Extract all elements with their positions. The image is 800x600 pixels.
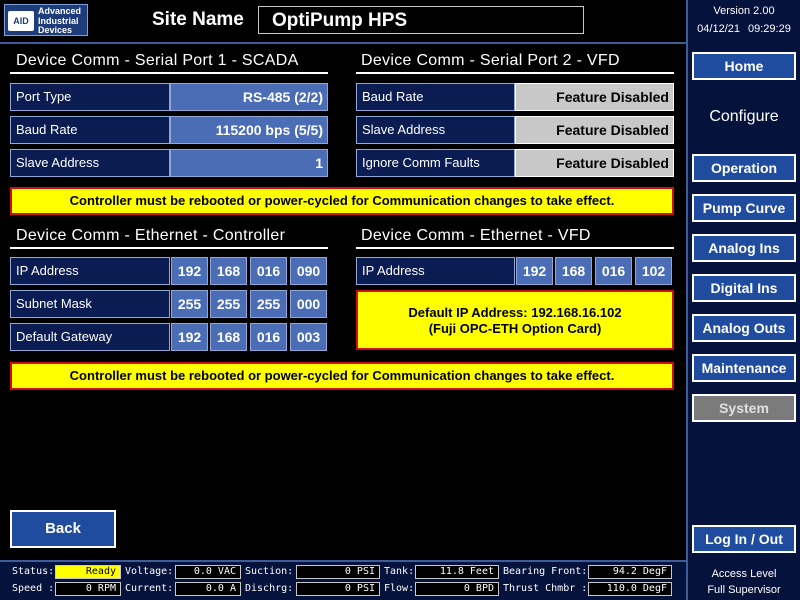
- eth-controller-title: Device Comm - Ethernet - Controller: [16, 227, 286, 244]
- eth-vfd-title: Device Comm - Ethernet - VFD: [361, 227, 591, 244]
- discharge-value: 0 PSI: [296, 582, 380, 596]
- nav-analog-ins[interactable]: Analog Ins: [692, 234, 796, 262]
- site-name-value: OptiPump HPS: [272, 10, 408, 31]
- ip-octet[interactable]: 192: [171, 257, 208, 285]
- voltage-label: Voltage:: [125, 566, 174, 577]
- company-logo: AID Advanced Industrial Devices: [4, 4, 88, 36]
- bearing-value: 94.2 DegF: [588, 565, 672, 579]
- header: AID Advanced Industrial Devices Site Nam…: [0, 0, 686, 42]
- eth-vfd-underline: [356, 247, 674, 249]
- ip-octet[interactable]: 090: [290, 257, 327, 285]
- subnet-octet[interactable]: 255: [171, 290, 208, 318]
- gateway-octet[interactable]: 192: [171, 323, 208, 351]
- bearing-label: Bearing Front:: [503, 566, 588, 577]
- port-type-value[interactable]: RS-485 (2/2): [170, 83, 328, 111]
- flow-value: 0 BPD: [415, 582, 499, 596]
- reboot-warning: Controller must be rebooted or power-cyc…: [10, 187, 674, 215]
- subnet-octet[interactable]: 255: [250, 290, 287, 318]
- default-gateway-label: Default Gateway: [10, 323, 170, 351]
- vfd-ip-octet[interactable]: 016: [595, 257, 632, 285]
- nav-analog-outs[interactable]: Analog Outs: [692, 314, 796, 342]
- default-ip-note-line1: Default IP Address: 192.168.16.102: [408, 305, 622, 320]
- nav-pump-curve[interactable]: Pump Curve: [692, 194, 796, 222]
- baud-rate-label: Baud Rate: [10, 116, 170, 144]
- suction-value: 0 PSI: [296, 565, 380, 579]
- nav-digital-ins[interactable]: Digital Ins: [692, 274, 796, 302]
- default-ip-note-line2: (Fuji OPC-ETH Option Card): [428, 321, 602, 336]
- ip-octet[interactable]: 168: [210, 257, 247, 285]
- gateway-octet[interactable]: 016: [250, 323, 287, 351]
- serial2-underline: [356, 72, 674, 74]
- date-text: 04/12/21: [697, 23, 740, 35]
- speed-value: 0 RPM: [55, 582, 121, 596]
- ip-octet[interactable]: 016: [250, 257, 287, 285]
- version-text: Version 2.00: [713, 5, 775, 17]
- vfd-baud-rate-value[interactable]: Feature Disabled: [515, 83, 674, 111]
- vfd-ip-address-label: IP Address: [356, 257, 515, 285]
- gateway-octet[interactable]: 168: [210, 323, 247, 351]
- thrust-label: Thrust Chmbr :: [503, 583, 588, 594]
- current-value: 0.0 A: [175, 582, 241, 596]
- subnet-octet[interactable]: 000: [290, 290, 327, 318]
- access-level-label: Access Level: [711, 568, 777, 580]
- vfd-ip-octet[interactable]: 192: [516, 257, 553, 285]
- slave-address-value[interactable]: 1: [170, 149, 328, 177]
- site-name-label: Site Name: [152, 9, 244, 30]
- ignore-comm-faults-value[interactable]: Feature Disabled: [515, 149, 674, 177]
- current-label: Current:: [125, 583, 174, 594]
- logo-mark: AID: [8, 11, 34, 31]
- logo-line: Devices: [38, 25, 73, 35]
- configure-label: Configure: [709, 108, 779, 125]
- vfd-ip-octet[interactable]: 168: [555, 257, 592, 285]
- baud-rate-value[interactable]: 115200 bps (5/5): [170, 116, 328, 144]
- status-label: Status:: [12, 566, 55, 577]
- access-level: Access Level Full Supervisor: [688, 566, 800, 598]
- time-text: 09:29:29: [748, 23, 791, 35]
- voltage-value: 0.0 VAC: [175, 565, 241, 579]
- status-value: Ready: [55, 565, 121, 579]
- speed-label: Speed :: [12, 583, 55, 594]
- vfd-slave-address-value[interactable]: Feature Disabled: [515, 116, 674, 144]
- slave-address-label: Slave Address: [10, 149, 170, 177]
- eth-controller-underline: [10, 247, 328, 249]
- main-content: Device Comm - Serial Port 1 - SCADA Port…: [0, 44, 686, 560]
- suction-label: Suction:: [245, 566, 294, 577]
- nav-system[interactable]: System: [692, 394, 796, 422]
- subnet-octet[interactable]: 255: [210, 290, 247, 318]
- default-ip-note: Default IP Address: 192.168.16.102 (Fuji…: [356, 290, 674, 350]
- serial1-underline: [10, 72, 328, 74]
- site-name-field[interactable]: OptiPump HPS: [258, 6, 584, 34]
- vfd-slave-address-label: Slave Address: [356, 116, 515, 144]
- discharge-label: Dischrg:: [245, 583, 294, 594]
- right-nav-panel: Version 2.00 04/12/21 09:29:29 Home Confi…: [686, 0, 800, 600]
- nav-operation[interactable]: Operation: [692, 154, 796, 182]
- logo-text: Advanced Industrial Devices: [38, 6, 81, 36]
- flow-label: Flow:: [384, 583, 415, 594]
- nav-maintenance[interactable]: Maintenance: [692, 354, 796, 382]
- login-logout-button[interactable]: Log In / Out: [692, 525, 796, 553]
- subnet-mask-label: Subnet Mask: [10, 290, 170, 318]
- vfd-baud-rate-label: Baud Rate: [356, 83, 515, 111]
- thrust-value: 110.0 DegF: [588, 582, 672, 596]
- port-type-label: Port Type: [10, 83, 170, 111]
- vfd-ip-octet[interactable]: 102: [635, 257, 672, 285]
- reboot-warning: Controller must be rebooted or power-cyc…: [10, 362, 674, 390]
- home-button[interactable]: Home: [692, 52, 796, 80]
- ip-address-label: IP Address: [10, 257, 170, 285]
- status-bar: Status: Ready Speed : 0 RPM Voltage: 0.0…: [0, 560, 686, 600]
- serial2-title: Device Comm - Serial Port 2 - VFD: [361, 52, 620, 69]
- ignore-comm-faults-label: Ignore Comm Faults: [356, 149, 515, 177]
- serial1-title: Device Comm - Serial Port 1 - SCADA: [16, 52, 299, 69]
- gateway-octet[interactable]: 003: [290, 323, 327, 351]
- tank-label: Tank:: [384, 566, 415, 577]
- tank-value: 11.8 Feet: [415, 565, 499, 579]
- back-button[interactable]: Back: [10, 510, 116, 548]
- access-level-value: Full Supervisor: [707, 584, 781, 596]
- datetime: 04/12/21 09:29:29: [688, 23, 800, 35]
